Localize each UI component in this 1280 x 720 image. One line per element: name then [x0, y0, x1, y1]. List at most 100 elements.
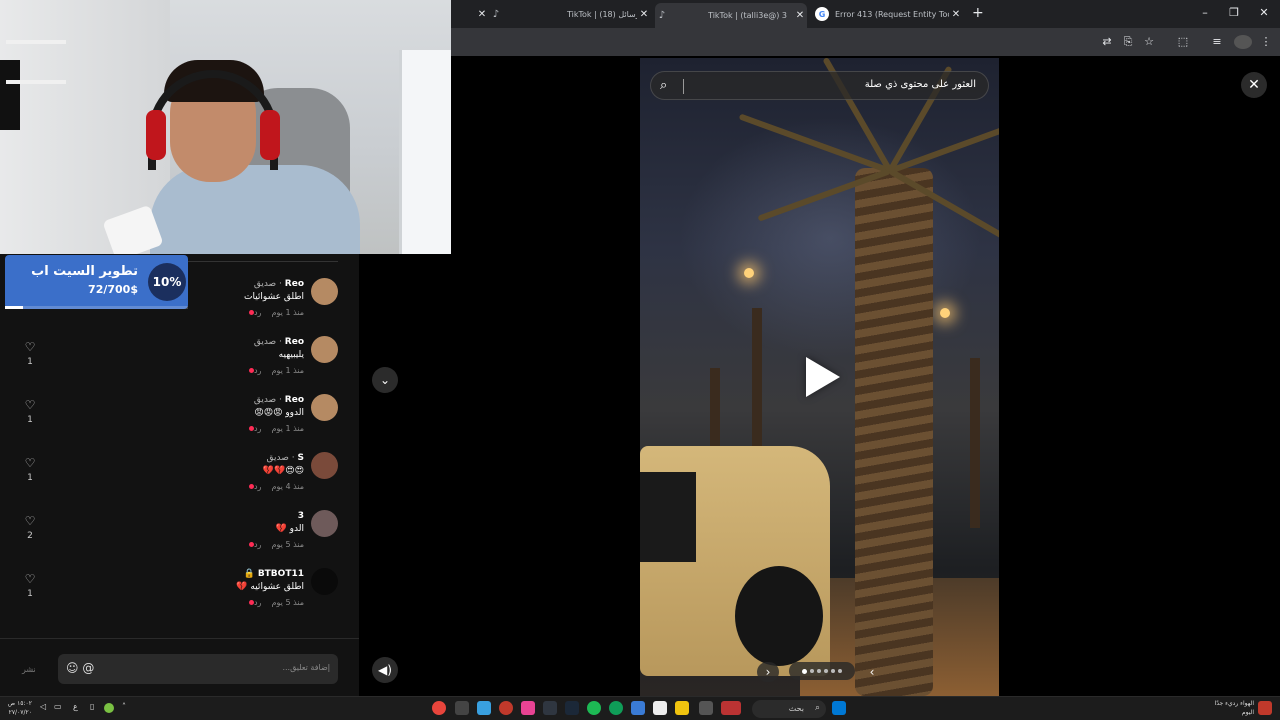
- heart-icon: ♡: [24, 340, 36, 354]
- comment-input[interactable]: إضافة تعليق... ☺ @: [58, 654, 338, 684]
- translate-icon[interactable]: ⇄: [1100, 35, 1114, 49]
- extensions-icon[interactable]: ⬚: [1176, 35, 1190, 49]
- search-icon: ⌕: [660, 78, 668, 93]
- comment-author[interactable]: S · صديق: [267, 453, 304, 463]
- bookmark-star-icon[interactable]: ☆: [1142, 35, 1156, 49]
- carousel-dot[interactable]: [824, 669, 828, 673]
- app-icon[interactable]: [521, 701, 535, 715]
- related-search-text: العثور على محتوى ذي صلة: [864, 79, 976, 90]
- window-close-icon[interactable]: ✕: [1256, 6, 1272, 19]
- volume-button[interactable]: ◀): [372, 657, 398, 683]
- edge-icon[interactable]: [609, 701, 623, 715]
- tab-active-profile[interactable]: ♪ TikTok | (talli3e@) 3 ✕: [655, 3, 807, 28]
- like-button[interactable]: ♡1: [22, 568, 38, 599]
- file-explorer-icon[interactable]: [675, 701, 689, 715]
- carousel-dot[interactable]: [810, 669, 814, 673]
- carousel-indicator: [789, 662, 855, 680]
- carousel-dot[interactable]: [802, 668, 807, 674]
- chrome-icon[interactable]: [432, 701, 446, 715]
- show-hidden-icons[interactable]: ˄: [122, 702, 126, 711]
- carousel-next-button[interactable]: ›: [757, 662, 779, 682]
- app-icon[interactable]: [631, 701, 645, 715]
- carousel-dot[interactable]: [817, 669, 821, 673]
- video-car-window: [640, 472, 696, 562]
- install-app-icon[interactable]: ⎘: [1121, 35, 1135, 49]
- profile-avatar-icon[interactable]: [1234, 35, 1252, 49]
- avatar[interactable]: [311, 510, 338, 537]
- new-tab-button[interactable]: +: [972, 5, 984, 21]
- comment-input-placeholder: إضافة تعليق...: [282, 663, 330, 672]
- comment-text: اطلق عشوائيه 💔: [236, 582, 304, 592]
- reply-button[interactable]: رد: [254, 482, 261, 491]
- taskbar-weather[interactable]: الهواء رديء جدًا اليوم: [1215, 699, 1254, 717]
- minimize-icon[interactable]: –: [1197, 6, 1213, 19]
- reply-button[interactable]: رد: [254, 598, 261, 607]
- like-button[interactable]: ♡1: [22, 394, 38, 425]
- network-tray-icon[interactable]: ▭: [54, 702, 62, 711]
- tab-close-icon[interactable]: ✕: [949, 9, 963, 20]
- comment-meta: منذ 5 يوم رد: [209, 540, 304, 549]
- comment-author[interactable]: Reo · صديق: [254, 279, 304, 289]
- spotify-icon[interactable]: [587, 701, 601, 715]
- comment-meta: منذ 4 يوم رد: [209, 482, 304, 491]
- post-button[interactable]: نشر: [22, 665, 36, 674]
- tab-close-icon[interactable]: ✕: [475, 9, 489, 20]
- close-video-button[interactable]: ✕: [1241, 72, 1267, 98]
- taskbar-clock[interactable]: ١٥:٠٢ ص ٢٧/٠٧/٢٠: [6, 699, 32, 717]
- reply-button[interactable]: رد: [254, 540, 261, 549]
- avatar[interactable]: [311, 278, 338, 305]
- related-search-bar[interactable]: ⌕ العثور على محتوى ذي صلة: [650, 71, 989, 100]
- comment-input-bar: نشر إضافة تعليق... ☺ @: [0, 638, 359, 696]
- video-car-wheel: [735, 566, 823, 666]
- comment-author[interactable]: Reo · صديق: [254, 395, 304, 405]
- comment-author[interactable]: BTBOT11 🔒: [243, 569, 304, 579]
- reply-button[interactable]: رد: [254, 366, 261, 375]
- tab-close-icon[interactable]: ✕: [637, 9, 651, 20]
- app-icon[interactable]: [455, 701, 469, 715]
- kebab-menu-icon[interactable]: ⋮: [1259, 35, 1273, 49]
- windows-start-icon[interactable]: [832, 701, 846, 715]
- tab-close-icon[interactable]: ✕: [793, 10, 807, 21]
- reading-list-icon[interactable]: ≡: [1210, 35, 1224, 49]
- steam-icon[interactable]: [565, 701, 579, 715]
- terminal-icon[interactable]: [543, 701, 557, 715]
- tab-messages[interactable]: TikTok | الرسائل (18) ✕: [561, 4, 651, 24]
- carousel-dot[interactable]: [831, 669, 835, 673]
- volume-tray-icon[interactable]: ◁: [40, 702, 46, 711]
- comment-author[interactable]: 3: [298, 511, 304, 521]
- reply-button[interactable]: رد: [254, 308, 261, 317]
- next-video-button[interactable]: ⌄: [372, 367, 398, 393]
- app-icon[interactable]: [477, 701, 491, 715]
- carousel-dot[interactable]: [838, 669, 842, 673]
- task-view-icon[interactable]: [699, 701, 713, 715]
- app-tray-icon[interactable]: [104, 703, 114, 713]
- avatar[interactable]: [311, 394, 338, 421]
- taskbar-search[interactable]: بحث ⌕: [752, 700, 826, 718]
- carousel-prev-button[interactable]: ‹: [862, 662, 882, 682]
- language-indicator[interactable]: ع: [73, 702, 78, 711]
- donation-percent: 10%: [148, 263, 186, 301]
- avatar[interactable]: [311, 568, 338, 595]
- app-icon[interactable]: [499, 701, 513, 715]
- like-button[interactable]: ♡1: [22, 452, 38, 483]
- reply-button[interactable]: رد: [254, 424, 261, 433]
- battery-tray-icon[interactable]: ▯: [90, 702, 94, 711]
- like-count: 2: [27, 531, 33, 541]
- donation-title: تطوير السيت اب: [31, 264, 138, 279]
- play-icon[interactable]: [806, 357, 840, 397]
- avatar[interactable]: [311, 452, 338, 479]
- app-icon[interactable]: [653, 701, 667, 715]
- comment-text: الدوو 😡😡😡: [254, 408, 304, 418]
- tab-error-413[interactable]: G Error 413 (Request Entity Too Large)!!…: [815, 4, 963, 24]
- browser-toolbar: ⇄ ⎘ ☆ ⬚ ≡ ⋮: [451, 28, 1280, 56]
- emoji-mention-icon[interactable]: ☺ @: [66, 661, 94, 675]
- like-button[interactable]: ♡1: [22, 336, 38, 367]
- comment-text: اطلق عشوائيات: [244, 292, 304, 302]
- avatar[interactable]: [311, 336, 338, 363]
- like-count: 1: [27, 589, 33, 599]
- comment-author[interactable]: Reo · صديق: [254, 337, 304, 347]
- restore-icon[interactable]: ❐: [1226, 6, 1242, 19]
- widgets-icon[interactable]: [721, 701, 741, 715]
- like-button[interactable]: ♡ 2: [22, 510, 38, 541]
- tab-0[interactable]: ✕ ♪: [475, 4, 519, 24]
